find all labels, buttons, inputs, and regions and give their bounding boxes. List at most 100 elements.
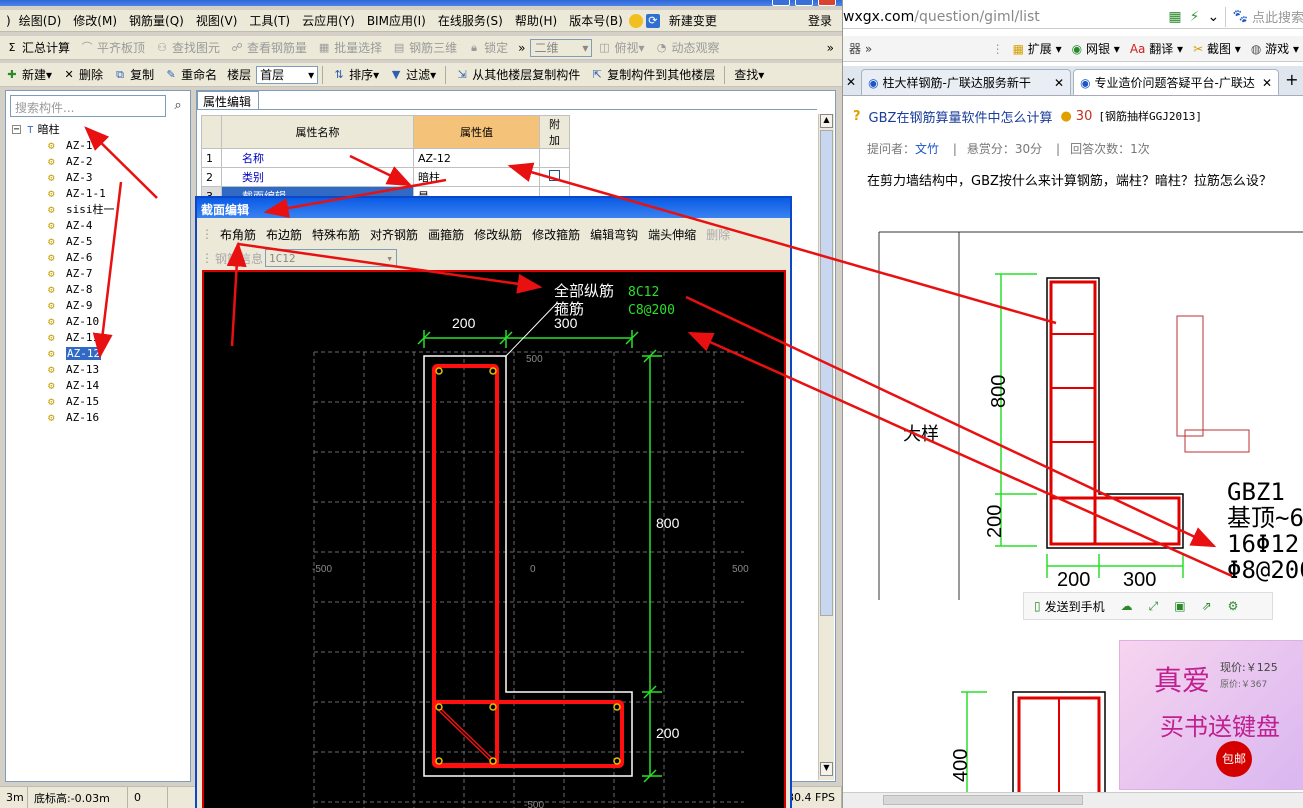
property-scrollbar[interactable]: ▲ ▼ (818, 114, 834, 780)
chevron-down-icon[interactable]: ⌄ (1207, 9, 1219, 25)
stirrup-vertical[interactable] (432, 364, 499, 767)
close-icon[interactable]: ✕ (1054, 76, 1064, 90)
collapse-icon[interactable]: − (12, 124, 21, 134)
tree-item[interactable]: ⚙ AZ-10 (12, 313, 115, 329)
tool-edit-stirrup[interactable]: 修改箍筋 (527, 226, 585, 243)
tool-corner-bars[interactable]: 布角筋 (215, 226, 261, 243)
gear-icon[interactable]: ⚙︎ (1228, 599, 1239, 613)
extra-checkbox[interactable] (539, 167, 570, 187)
value-long-bars[interactable]: 8C12 (628, 285, 659, 300)
tool-draw-stirrup[interactable]: 画箍筋 (423, 226, 469, 243)
tool-end-stretch[interactable]: 端头伸缩 (643, 226, 701, 243)
tab-property-edit[interactable]: 属性编辑 (197, 91, 259, 109)
scroll-thumb[interactable] (883, 795, 1083, 805)
section-drawing[interactable]: 500 -500 0 500 -500 200 300 800 200 全部纵筋… (204, 272, 784, 808)
search-engine-icon[interactable]: 🐾︎ (1231, 9, 1249, 25)
tab-column-rebar[interactable]: ◉ 柱大样钢筋-广联达服务新干 ✕ (861, 69, 1072, 95)
tab-qa-platform[interactable]: ◉ 专业造价问题答疑平台-广联达 ✕ (1073, 69, 1280, 95)
tree-item[interactable]: ⚙ sisi柱一 (12, 201, 115, 217)
asker-link[interactable]: 文竹 (915, 142, 939, 156)
tree-item[interactable]: ⚙ AZ-1-1 (12, 185, 115, 201)
menu-help[interactable]: 帮助(H) (509, 12, 563, 29)
helmet-icon[interactable] (628, 13, 643, 28)
section-canvas[interactable]: 500 -500 0 500 -500 200 300 800 200 全部纵筋… (202, 270, 786, 808)
menu-draw[interactable]: 绘图(D) (13, 12, 68, 29)
sum-calc-button[interactable]: Σ 汇总计算 (0, 39, 75, 56)
rename-button[interactable]: ✎ 重命名 (159, 66, 222, 83)
copy-to-floor-button[interactable]: ⇱ 复制构件到其他楼层 (585, 66, 720, 83)
checkbox-icon[interactable] (549, 170, 560, 181)
batch-select-button[interactable]: ▦ 批量选择 (312, 39, 387, 56)
rebar-3d-button[interactable]: ▤ 钢筋三维 (387, 39, 462, 56)
menu-tools[interactable]: 工具(T) (243, 12, 296, 29)
find-element-button[interactable]: ⚇ 查找图元 (150, 39, 225, 56)
toolbar-overflow[interactable]: » (513, 41, 530, 55)
login-button[interactable]: 登录 (802, 12, 842, 29)
property-row[interactable]: 2 类别 暗柱 (201, 167, 570, 187)
component-search-input[interactable]: 搜索构件... (10, 95, 166, 117)
toolbar-overflow-right[interactable]: » (822, 41, 842, 55)
tool-edit-hook[interactable]: 编辑弯钩 (585, 226, 643, 243)
fullscreen-icon[interactable]: ⤢ (1149, 599, 1159, 614)
minimize-button[interactable] (772, 0, 790, 6)
copy-from-floor-button[interactable]: ⇲ 从其他楼层复制构件 (450, 66, 585, 83)
find-button[interactable]: 查找 ▾ (729, 66, 769, 83)
sort-button[interactable]: ⇅ 排序 ▾ (327, 66, 384, 83)
menu-version[interactable]: 版本号(B) (563, 12, 629, 29)
tree-item[interactable]: ⚙ AZ-5 (12, 233, 115, 249)
tree-item[interactable]: ⚙ AZ-13 (12, 361, 115, 377)
lightning-icon[interactable]: ⚡︎ (1190, 9, 1200, 25)
new-change-button[interactable]: 新建变更 (663, 12, 723, 29)
translate-button[interactable]: Aa 翻译 ▾ (1125, 40, 1188, 57)
ext-button[interactable]: ▦ 扩展 ▾ (1008, 40, 1067, 57)
cloud-icon[interactable]: ☁︎ (1121, 599, 1133, 613)
save-icon[interactable]: ▣ (1174, 599, 1185, 613)
scroll-up-icon[interactable]: ▲ (820, 114, 833, 128)
advertisement[interactable]: 真爱 现价:￥125 原价:￥367 买书送键盘 包邮 (1119, 640, 1303, 790)
close-button[interactable] (818, 0, 836, 6)
scroll-thumb[interactable] (820, 130, 833, 616)
tree-item[interactable]: ⚙ AZ-6 (12, 249, 115, 265)
tree-item[interactable]: ⚙ AZ-14 (12, 377, 115, 393)
tree-item[interactable]: ⚙ AZ-7 (12, 265, 115, 281)
question-title[interactable]: GBZ在钢筋算量软件中怎么计算 (869, 107, 1053, 126)
tool-delete[interactable]: 删除 (701, 226, 735, 243)
floor-select[interactable]: 首层 ▾ (256, 65, 319, 84)
tree-item[interactable]: ⚙ AZ-11 (12, 329, 115, 345)
tree-item[interactable]: ⚙ AZ-9 (12, 297, 115, 313)
rebar-info-input[interactable]: 1C12 ▾ (265, 249, 398, 267)
lock-button[interactable]: 🔒︎ 锁定 (462, 39, 513, 56)
browser-horizontal-scrollbar[interactable] (843, 792, 1303, 808)
section-outline[interactable] (423, 355, 633, 777)
tree-item[interactable]: ⚙ AZ-12 (12, 345, 115, 361)
search-icon[interactable]: ⌕ (168, 95, 188, 117)
menu-bim[interactable]: BIM应用(I) (361, 12, 432, 29)
bookmark-overflow[interactable]: 器 » (843, 40, 878, 57)
tree-item[interactable]: ⚙ AZ-15 (12, 393, 115, 409)
games-button[interactable]: ◍ 游戏 ▾ (1246, 40, 1303, 57)
top-view-button[interactable]: ◫ 俯视 ▾ (592, 39, 649, 56)
filter-button[interactable]: ▼ 过滤 ▾ (384, 66, 441, 83)
scroll-down-icon[interactable]: ▼ (820, 762, 833, 776)
dynamic-view-button[interactable]: ◔ 动态观察 (650, 39, 725, 56)
search-hint[interactable]: 点此搜索 (1252, 7, 1303, 26)
close-icon[interactable]: ✕ (1262, 76, 1272, 90)
send-to-phone-button[interactable]: 发送到手机 (1045, 598, 1105, 615)
property-row[interactable]: 1 名称 AZ-12 (201, 148, 570, 168)
view-rebar-button[interactable]: ☍ 查看钢筋量 (225, 39, 312, 56)
tool-special-bars[interactable]: 特殊布筋 (307, 226, 365, 243)
value-stirrup[interactable]: C8@200 (628, 303, 675, 318)
copy-button[interactable]: ⧉ 复制 (108, 66, 159, 83)
menu-rebar-qty[interactable]: 钢筋量(Q) (123, 12, 190, 29)
level-top-button[interactable]: ⌒ 平齐板顶 (75, 39, 150, 56)
netbank-button[interactable]: ◉ 网银 ▾ (1067, 40, 1125, 57)
prop-value-category[interactable]: 暗柱 (413, 167, 540, 187)
qr-icon[interactable]: ▦ (1168, 9, 1181, 25)
close-icon[interactable]: ✕ (843, 75, 861, 95)
share-icon[interactable]: ⇗ (1202, 599, 1212, 613)
menu-online[interactable]: 在线服务(S) (432, 12, 509, 29)
screenshot-button[interactable]: ✂︎ 截图 ▾ (1188, 40, 1246, 57)
delete-button[interactable]: ✕ 删除 (57, 66, 108, 83)
maximize-button[interactable] (795, 0, 813, 6)
tool-side-bars[interactable]: 布边筋 (261, 226, 307, 243)
